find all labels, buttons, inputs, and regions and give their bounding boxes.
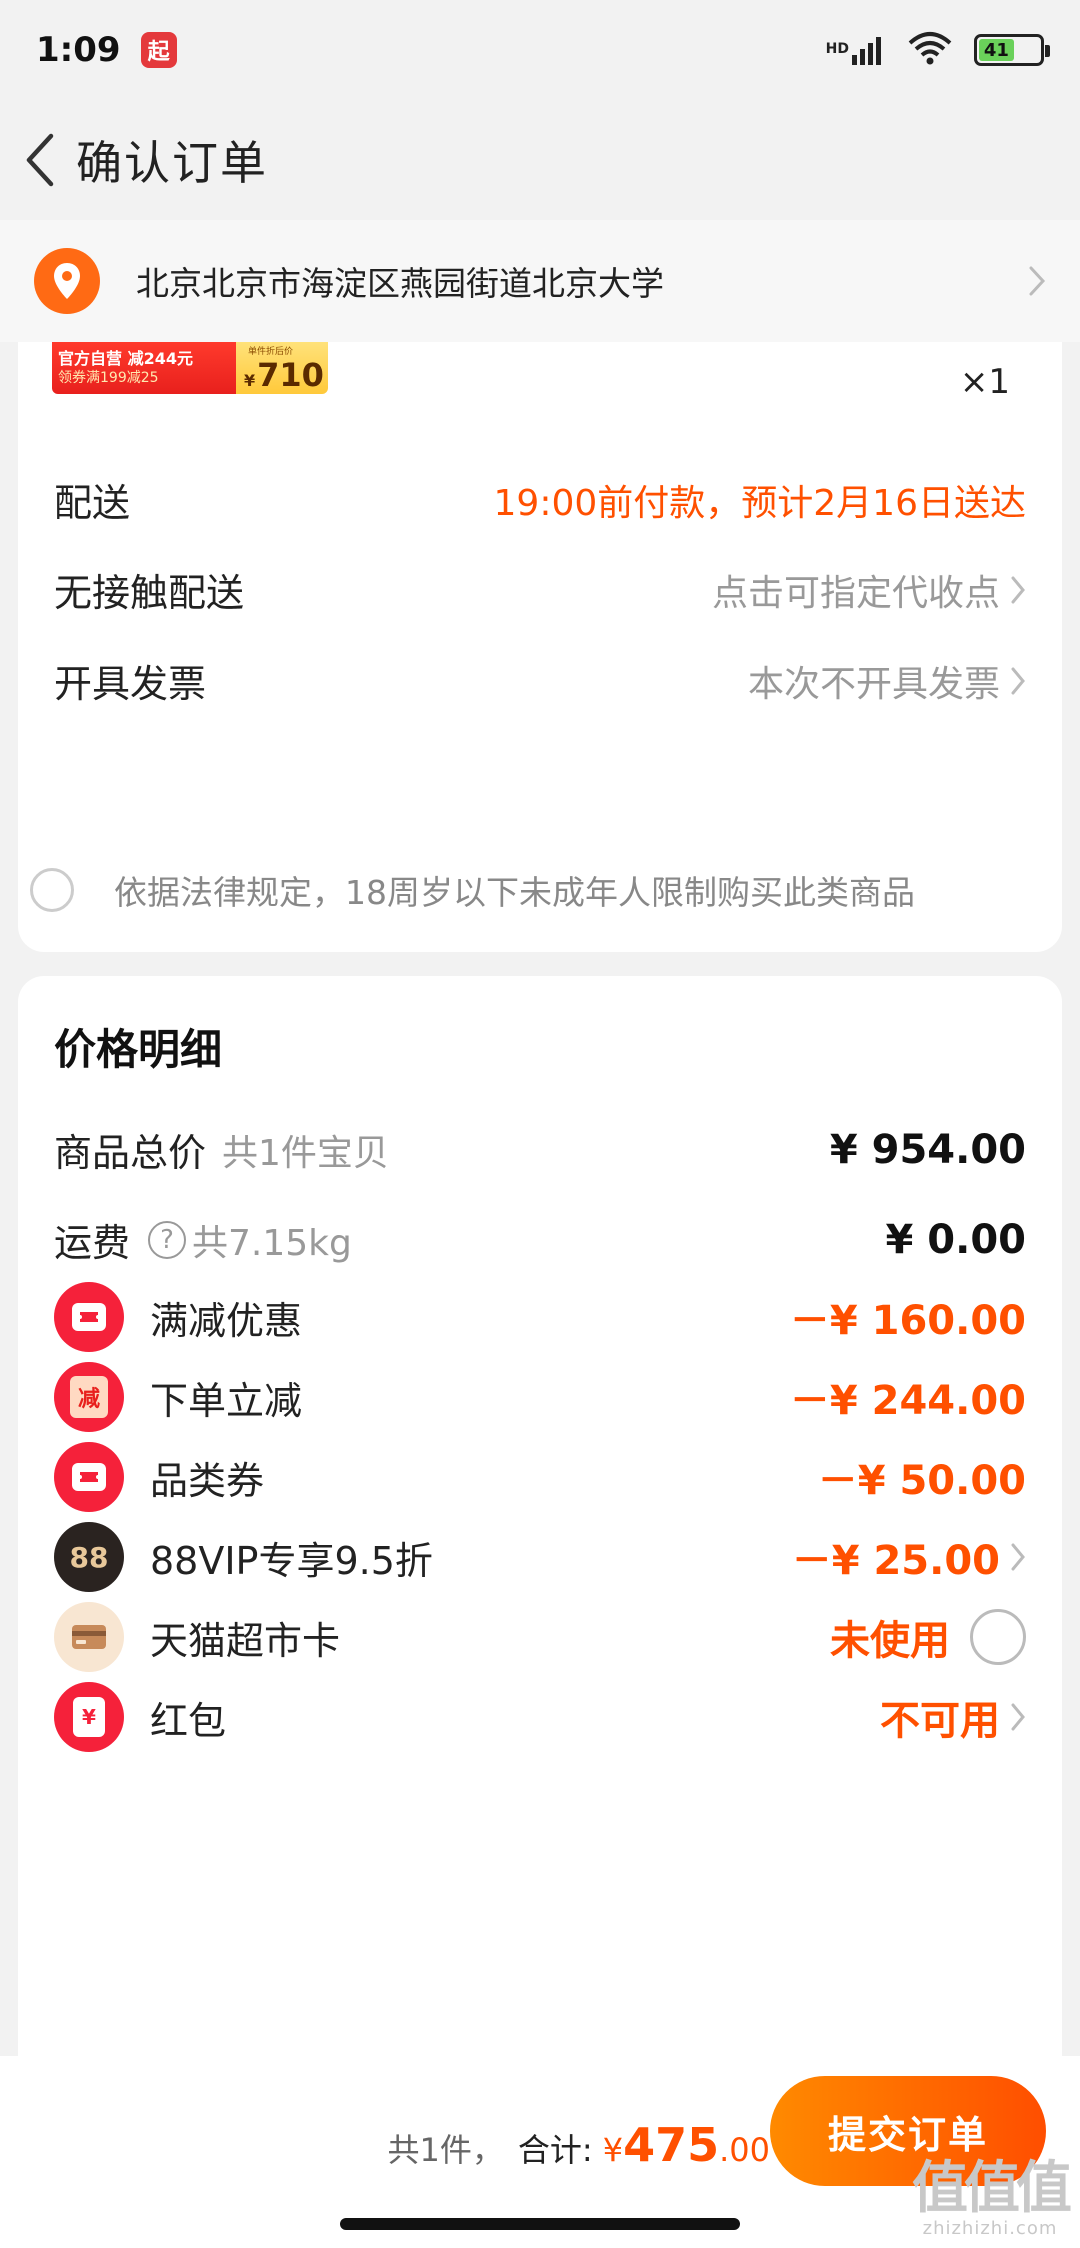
order-total: 共1件， 合计: ¥ 475 .00 [388,2118,770,2172]
status-icons: HD 41 [826,31,1050,69]
promo-price: ¥710 [244,356,324,394]
age-agreement-radio[interactable] [30,868,74,912]
vip-88-icon: 88 [54,1522,124,1592]
address-text: 北京北京市海淀区燕园街道北京大学 [136,264,664,303]
signal-icon: HD [826,35,886,65]
instant-discount-value: －¥ 244.00 [789,1378,1026,1424]
vip-discount-label: 88VIP专享9.5折 [150,1538,433,1583]
price-detail-card: 价格明细 商品总价 共1件宝贝 ¥ 954.00 运费 ? 共7.15kg ¥ … [18,976,1062,2056]
red-packet-status: 不可用 [880,1698,1000,1744]
chevron-right-icon [1011,576,1025,603]
shipping-row: 运费 ? 共7.15kg ¥ 0.00 [54,1212,1026,1267]
address-selector[interactable]: 北京北京市海淀区燕园街道北京大学 [0,220,1080,342]
back-button[interactable] [10,120,70,200]
full-reduction-label: 满减优惠 [150,1298,303,1343]
vip-discount-value: －¥ 25.00 [791,1538,1000,1584]
battery-icon: 41 [974,34,1050,66]
age-agreement-text: 依据法律规定，18周岁以下未成年人限制购买此类商品 [114,873,915,912]
delivery-value: 19:00前付款，预计2月16日送达 [493,482,1026,524]
battery-level: 41 [979,39,1014,61]
item-quantity: ×1 [959,362,1010,402]
total-item-count: 共1件， [387,2131,504,2169]
promo-discount-text: 官方自营 减244元 [58,349,193,368]
chevron-left-icon [26,133,54,187]
full-reduction-row: 满减优惠 －¥ 160.00 [54,1282,1026,1352]
promo-coupon-text: 领券满199减25 [58,370,159,386]
invoice-value: 本次不开具发票 [747,663,1000,705]
category-coupon-label: 品类券 [150,1458,265,1503]
category-coupon-row: 品类券 －¥ 50.00 [54,1442,1026,1512]
location-pin-icon [34,248,100,314]
wifi-icon [908,31,952,69]
instant-discount-label: 下单立减 [150,1378,303,1423]
help-icon[interactable]: ? [148,1220,187,1259]
total-amount: 475 [623,2118,720,2172]
invoice-label: 开具发票 [54,662,207,706]
full-reduction-value: －¥ 160.00 [789,1298,1026,1344]
shipping-label: 运费 [54,1221,131,1265]
red-packet-row[interactable]: ¥ 红包 不可用 [54,1682,1026,1752]
coupon-ticket-icon [54,1282,124,1352]
total-currency: ¥ [602,2131,624,2169]
red-packet-label: 红包 [150,1698,227,1743]
instant-discount-row: 减 下单立减 －¥ 244.00 [54,1362,1026,1432]
delivery-label: 配送 [54,481,131,525]
chevron-right-icon [1011,667,1025,694]
shipping-weight: 共7.15kg [192,1222,352,1264]
promo-banner: 官方自营 减244元 领券满199减25 单件折后价 ¥710 [52,342,328,394]
supermarket-card-status: 未使用 [830,1618,950,1664]
page-title: 确认订单 [76,136,268,190]
status-time: 1:09 [36,30,121,70]
contactless-delivery-row[interactable]: 无接触配送 点击可指定代收点 [54,562,1026,617]
vip-discount-row[interactable]: 88 88VIP专享9.5折 －¥ 25.00 [54,1522,1026,1592]
contactless-label: 无接触配送 [54,571,245,615]
reduce-tag-icon: 减 [54,1362,124,1432]
goods-total-label: 商品总价 [54,1131,207,1175]
red-packet-icon: ¥ [54,1682,124,1752]
shipping-value: ¥ 0.00 [885,1216,1026,1263]
goods-total-value: ¥ 954.00 [829,1126,1026,1173]
age-restriction-row: 依据法律规定，18周岁以下未成年人限制购买此类商品 [30,866,915,914]
chevron-right-icon [1011,1703,1025,1731]
network-label: HD [825,41,849,57]
contactless-value: 点击可指定代收点 [711,572,1000,614]
order-info-card: 官方自营 减244元 领券满199减25 单件折后价 ¥710 ×1 配送 19… [18,342,1062,952]
supermarket-card-label: 天猫超市卡 [150,1618,341,1663]
goods-total-row: 商品总价 共1件宝贝 ¥ 954.00 [54,1122,1026,1177]
price-detail-title: 价格明细 [54,1025,223,1074]
status-bar: 1:09 起 HD 41 [0,0,1080,100]
home-indicator[interactable] [340,2218,740,2230]
card-icon [54,1602,124,1672]
invoice-row[interactable]: 开具发票 本次不开具发票 [54,653,1026,708]
category-coupon-value: －¥ 50.00 [817,1458,1026,1504]
coupon-ticket-icon [54,1442,124,1512]
watermark-logo: 值值值 zhizhizhi.com [912,2156,1072,2240]
supermarket-card-radio[interactable] [970,1609,1026,1665]
supermarket-card-row: 天猫超市卡 未使用 [54,1602,1026,1672]
nav-bar: 确认订单 [0,100,1080,220]
total-label: 合计: [517,2131,593,2169]
delivery-row: 配送 19:00前付款，预计2月16日送达 [54,472,1026,527]
goods-total-count: 共1件宝贝 [222,1132,389,1174]
chevron-right-icon [1011,1543,1025,1571]
app-notification-icon: 起 [140,32,177,68]
chevron-right-icon [1028,265,1046,297]
total-decimal: .00 [719,2131,770,2169]
